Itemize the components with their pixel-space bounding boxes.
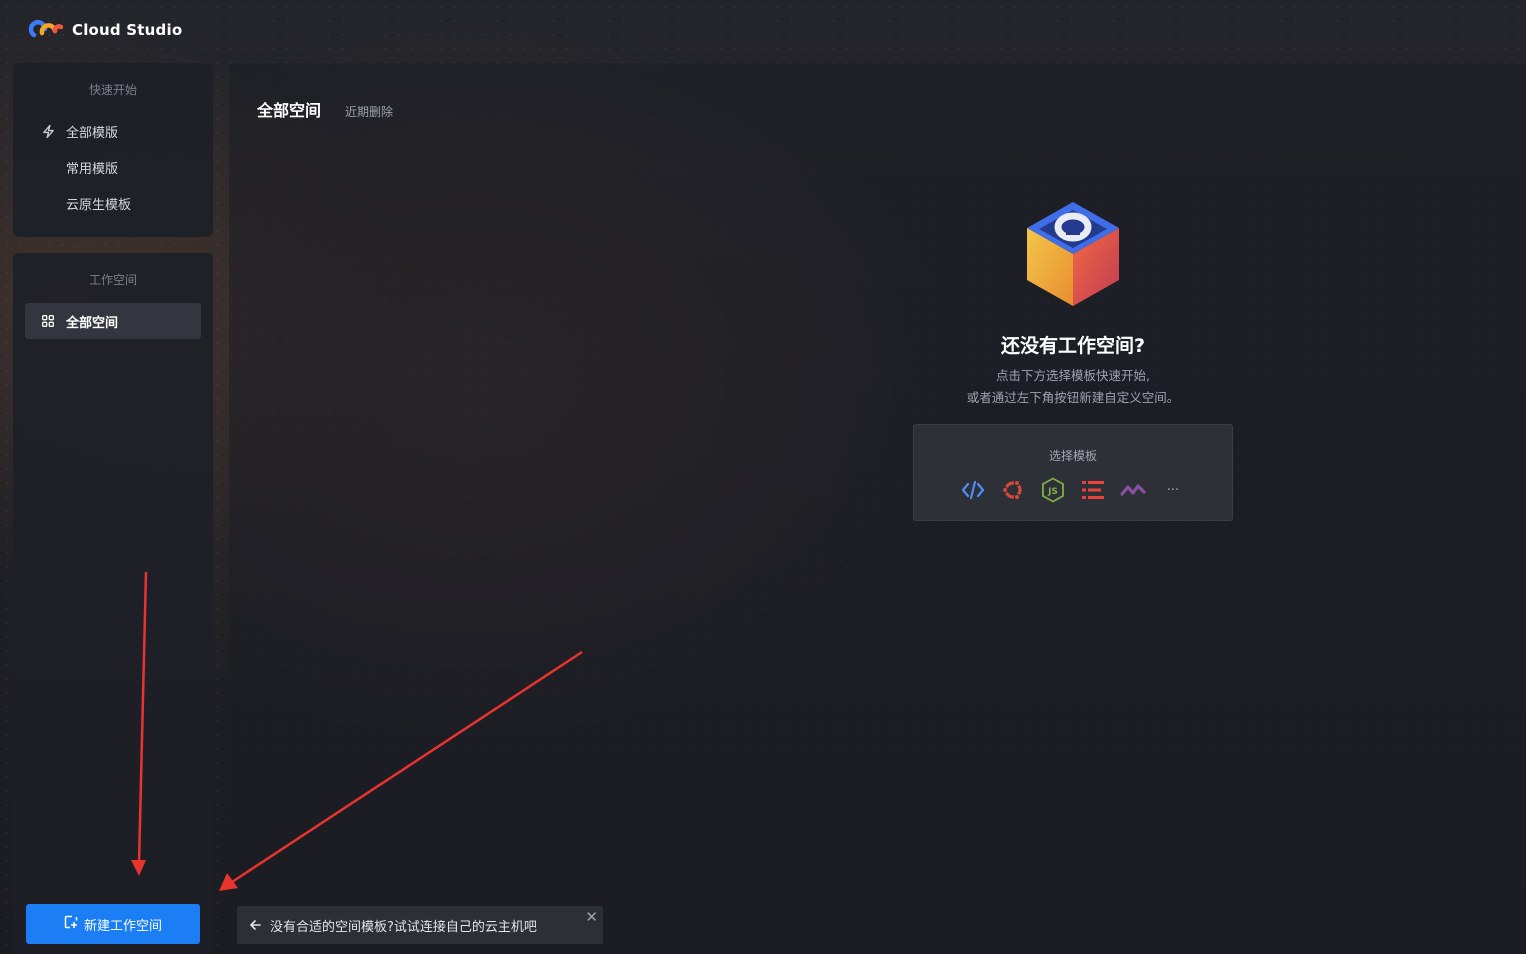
sidebar-item-label: 常用模版	[66, 161, 119, 177]
grid-icon	[40, 315, 56, 327]
main-panel: 全部空间 近期删除	[229, 63, 1526, 954]
sidebar-item-common-templates[interactable]: 常用模版	[25, 149, 201, 185]
sidebar-item-label: 云原生模板	[66, 197, 132, 213]
template-picker-card: 选择模板 JS ···	[913, 424, 1233, 521]
connect-host-toast[interactable]: 没有合适的空间模板?试试连接自己的云主机吧 ✕	[237, 906, 603, 944]
sidebar-item-all-workspaces[interactable]: 全部空间	[25, 303, 201, 339]
empty-state-desc-line1: 点击下方选择模板快速开始,	[996, 368, 1150, 383]
nodejs-icon[interactable]: JS	[1040, 477, 1066, 503]
workspace-panel: 工作空间 全部空间	[13, 253, 213, 953]
svg-text:JS: JS	[1047, 487, 1058, 497]
ubuntu-icon[interactable]	[1000, 477, 1026, 503]
empty-box-illustration	[1027, 202, 1119, 306]
template-icon-row: JS ···	[914, 477, 1232, 503]
workspace-tabs: 全部空间 近期删除	[257, 97, 393, 121]
workspace-title: 工作空间	[88, 273, 137, 287]
quick-start-panel: 快速开始 全部模版 常用模版 云原生模板	[13, 63, 213, 237]
close-icon[interactable]: ✕	[585, 908, 598, 926]
cloud-studio-logo-icon	[28, 20, 64, 38]
tab-all-workspaces[interactable]: 全部空间	[257, 97, 321, 121]
empty-state-desc-line2: 或者通过左下角按钮新建自定义空间。	[966, 390, 1180, 405]
empty-state-title: 还没有工作空间?	[1000, 335, 1146, 357]
wave-icon[interactable]	[1120, 477, 1146, 503]
empty-state: 还没有工作空间? 点击下方选择模板快速开始, 或者通过左下角按钮新建自定义空间。	[913, 200, 1233, 410]
sidebar-item-all-templates[interactable]: 全部模版	[25, 113, 201, 149]
lightning-icon	[40, 124, 56, 139]
app-logo[interactable]: Cloud Studio	[28, 18, 182, 42]
more-label: ···	[1166, 482, 1180, 498]
add-workspace-icon	[64, 915, 78, 933]
more-icon[interactable]: ···	[1160, 477, 1186, 503]
app-name: Cloud Studio	[72, 21, 183, 39]
list-icon[interactable]	[1080, 477, 1106, 503]
sidebar-item-cloud-native-templates[interactable]: 云原生模板	[25, 185, 201, 221]
new-workspace-label: 新建工作空间	[83, 918, 162, 934]
template-picker-title: 选择模板	[1048, 449, 1097, 463]
tab-recently-deleted[interactable]: 近期删除	[345, 103, 393, 120]
sidebar-item-label: 全部空间	[66, 315, 119, 331]
sidebar-item-label: 全部模版	[66, 125, 119, 141]
code-icon[interactable]	[960, 477, 986, 503]
toast-text: 没有合适的空间模板?试试连接自己的云主机吧	[270, 919, 537, 935]
new-workspace-button[interactable]: 新建工作空间	[26, 904, 200, 944]
arrow-left-icon[interactable]	[249, 919, 261, 931]
quick-start-title: 快速开始	[88, 83, 137, 97]
